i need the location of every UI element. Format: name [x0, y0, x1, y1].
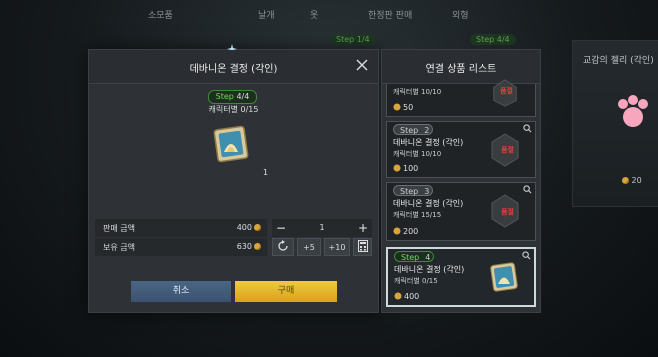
bg-tab-appearance: 외형: [452, 11, 469, 21]
item-price-value: 50: [403, 103, 414, 112]
increase-button[interactable]: +: [354, 219, 372, 237]
coin-icon: [394, 292, 402, 300]
bg-card-price-value: 20: [631, 176, 642, 185]
holding-label: 보유 금액: [103, 243, 135, 252]
holding-value: 630: [237, 242, 261, 251]
coin-icon: [622, 177, 629, 184]
owned-quantity: 1: [263, 168, 269, 177]
bg-card-title: 교감의 젤리 (각인): [583, 56, 654, 66]
coin-icon: [254, 224, 261, 231]
item-name: 데바니온 결정 (각인): [394, 265, 465, 274]
item-step-label: Step: [400, 126, 419, 135]
holding-amount: 630: [236, 242, 252, 251]
item-step-badge: Step 4: [394, 251, 434, 262]
item-step-number: 3: [424, 187, 430, 196]
bg-card-price: 20: [620, 176, 642, 185]
list-title: 연결 상품 리스트: [425, 64, 497, 75]
coin-icon: [254, 243, 261, 250]
item-level: 캐릭터별 10/10: [393, 150, 442, 158]
step-badge: Step 4/4: [208, 90, 257, 104]
devanion-crystal-icon: [490, 262, 518, 292]
reset-button[interactable]: [272, 238, 294, 256]
add-five-button[interactable]: +5: [297, 238, 321, 256]
bg-step-tag: Step 1/4: [330, 34, 376, 45]
step-label: Step: [215, 92, 234, 101]
holding-amount-row: 보유 금액 630: [95, 238, 267, 256]
item-name: 데바니온 결정 (각인): [393, 138, 464, 147]
devanion-crystal-icon: [213, 125, 249, 163]
soldout-badge: 품절: [500, 87, 513, 95]
sale-price-row: 판매 금액 400: [95, 219, 267, 237]
background-tab-bar: 소모품 날개 옷 한정판 판매 외형: [0, 0, 658, 34]
item-price-value: 200: [403, 227, 419, 236]
item-price-value: 100: [403, 164, 419, 173]
item-price: 400: [394, 292, 419, 301]
calculator-button[interactable]: [353, 238, 372, 256]
purchase-dialog: 데바니온 결정 (각인) Step 4/4 캐릭터별 0/15 1 판매 금액 …: [88, 44, 379, 313]
item-level: 캐릭터별 0/15: [394, 277, 438, 285]
soldout-badge: 품절: [501, 208, 514, 216]
list-item[interactable]: Step 2 데바니온 결정 (각인) 캐릭터별 10/10 100 품절: [386, 121, 536, 178]
item-price-value: 400: [404, 292, 420, 301]
bg-product-card: 교감의 젤리 (각인): [572, 40, 658, 207]
item-step-label: Step: [400, 187, 419, 196]
linked-product-list: 연결 상품 리스트 캐릭터별 10/10 50 품절 Step 2 데바니온 결정…: [381, 49, 541, 313]
add-ten-button[interactable]: +10: [324, 238, 350, 256]
coin-icon: [393, 103, 401, 111]
character-limit: 캐릭터별 0/15: [208, 105, 259, 114]
item-price: 50: [393, 103, 413, 112]
close-icon[interactable]: [355, 58, 369, 72]
item-step-number: 2: [424, 126, 430, 135]
item-price: 100: [393, 164, 418, 173]
cancel-button[interactable]: 취소: [131, 281, 231, 302]
magnifier-icon[interactable]: [523, 124, 532, 133]
quantity-value: 1: [319, 223, 325, 232]
magnifier-icon[interactable]: [523, 185, 532, 194]
item-level: 캐릭터별 10/10: [393, 88, 442, 96]
coin-icon: [393, 164, 401, 172]
coin-icon: [393, 227, 401, 235]
list-item-selected[interactable]: Step 4 데바니온 결정 (각인) 캐릭터별 0/15 400: [386, 247, 536, 307]
item-name: 데바니온 결정 (각인): [393, 199, 464, 208]
bg-tab-consumables: 소모품: [148, 11, 173, 21]
sale-price-value: 400: [237, 223, 261, 232]
list-item[interactable]: Step 3 데바니온 결정 (각인) 캐릭터별 15/15 200 품절: [386, 182, 536, 241]
sale-price-label: 판매 금액: [103, 224, 135, 233]
bg-step-tag: Step 4/4: [470, 34, 516, 45]
quantity-stepper: − 1 +: [272, 219, 372, 237]
sale-price-amount: 400: [236, 223, 252, 232]
item-price: 200: [393, 227, 418, 236]
bg-tab-limited: 한정판 판매: [368, 11, 413, 21]
magnifier-icon[interactable]: [522, 251, 531, 260]
paw-jelly-icon: [618, 95, 648, 127]
dialog-title: 데바니온 결정 (각인): [189, 64, 278, 75]
refresh-icon: [278, 240, 288, 251]
calculator-icon: [357, 240, 368, 252]
decrease-button[interactable]: −: [272, 219, 290, 237]
bg-tab-clothes: 옷: [310, 11, 319, 21]
bg-tab-wings: 날개: [258, 11, 275, 21]
list-item[interactable]: 캐릭터별 10/10 50 품절: [386, 79, 536, 117]
dialog-header: 데바니온 결정 (각인): [89, 50, 378, 84]
item-step-label: Step: [401, 253, 420, 262]
item-step-badge: Step 2: [393, 124, 433, 135]
step-value: 4/4: [236, 92, 250, 101]
item-step-badge: Step 3: [393, 185, 433, 196]
item-level: 캐릭터별 15/15: [393, 211, 442, 219]
soldout-badge: 품절: [501, 146, 514, 154]
item-step-number: 4: [425, 253, 431, 262]
buy-button[interactable]: 구매: [235, 281, 337, 302]
